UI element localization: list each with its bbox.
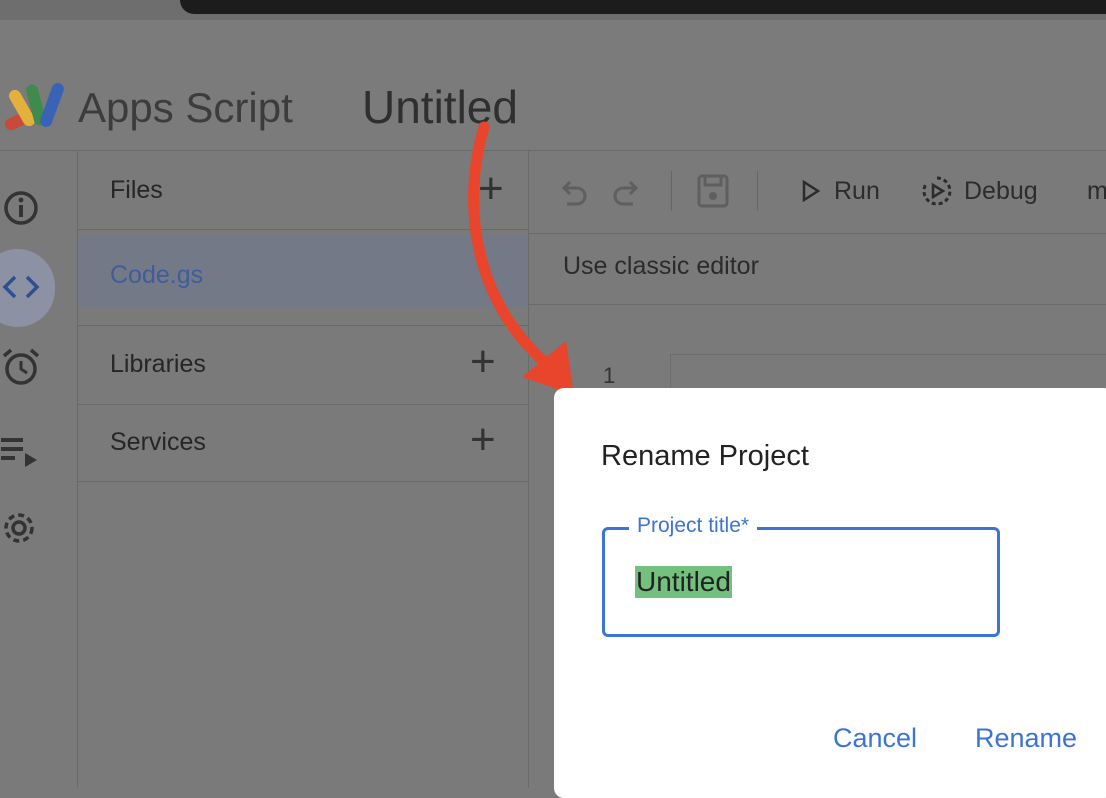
- libraries-label: Libraries: [110, 350, 206, 378]
- function-select-truncated[interactable]: m: [1087, 177, 1106, 206]
- debug-button[interactable]: Debug: [964, 177, 1038, 206]
- files-label: Files: [110, 176, 163, 204]
- left-nav-rail: [0, 151, 78, 788]
- code-icon[interactable]: [0, 266, 42, 308]
- executions-icon[interactable]: [0, 429, 42, 471]
- gear-icon[interactable]: [0, 507, 42, 549]
- save-icon[interactable]: [696, 173, 730, 209]
- services-label: Services: [110, 428, 206, 456]
- alarm-clock-icon[interactable]: [0, 346, 42, 388]
- app-name: Apps Script: [78, 84, 293, 131]
- debug-icon[interactable]: [921, 175, 953, 207]
- project-title-field[interactable]: Project title* Untitled: [602, 514, 1000, 637]
- line-number: 1: [603, 363, 616, 388]
- project-title-field-label: Project title*: [629, 514, 758, 538]
- toolbar-divider: [671, 171, 672, 211]
- editor-toolbar: Run Debug m: [529, 151, 1106, 234]
- apps-script-logo: [4, 83, 64, 131]
- annotation-arrow: [468, 121, 574, 395]
- run-icon[interactable]: [801, 180, 821, 202]
- browser-top-edge: [0, 0, 1106, 20]
- rename-project-dialog: Rename Project Project title* Untitled C…: [554, 388, 1106, 798]
- project-title-input[interactable]: Untitled: [635, 566, 732, 598]
- services-section: Services +: [78, 404, 528, 482]
- browser-chrome: [180, 0, 1106, 14]
- toolbar-divider: [757, 171, 758, 211]
- file-name: Code.gs: [110, 261, 204, 289]
- redo-icon[interactable]: [611, 176, 643, 208]
- divider: [529, 304, 1106, 305]
- add-service-icon[interactable]: +: [470, 418, 496, 462]
- rename-button[interactable]: Rename: [975, 723, 1077, 754]
- dialog-title: Rename Project: [601, 440, 809, 472]
- run-button[interactable]: Run: [834, 177, 880, 206]
- cancel-button[interactable]: Cancel: [833, 723, 917, 754]
- info-icon[interactable]: [0, 187, 42, 229]
